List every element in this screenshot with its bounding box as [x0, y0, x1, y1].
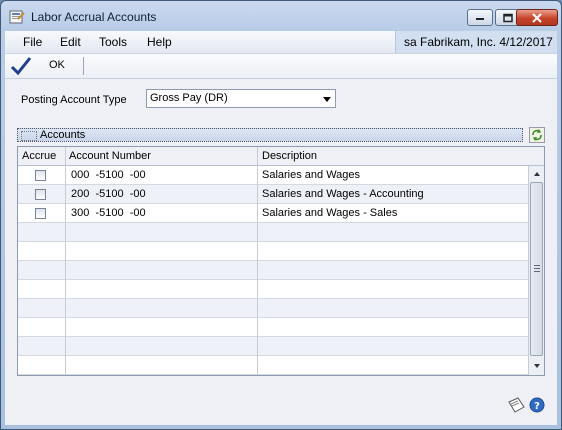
scroll-up-icon[interactable]: [529, 166, 544, 182]
accrue-checkbox[interactable]: [35, 208, 46, 219]
window-client: File Edit Tools Help sa Fabrikam, Inc. 4…: [5, 31, 557, 425]
accounts-header-label: Accounts: [40, 129, 86, 141]
table-row-empty[interactable]: [18, 223, 528, 242]
column-divider: [257, 147, 258, 375]
column-account-number[interactable]: Account Number: [69, 150, 151, 162]
menu-help[interactable]: Help: [147, 35, 172, 49]
table-row-empty[interactable]: [18, 261, 528, 280]
table-row-empty[interactable]: [18, 356, 528, 375]
labor-accrual-window: Labor Accrual Accounts File Edit Tools H…: [0, 0, 562, 430]
account-number-cell[interactable]: 000 -5100 -00: [71, 169, 146, 181]
thumb-grip: [534, 268, 540, 269]
table-row[interactable]: 300 -5100 -00 Salaries and Wages - Sales: [18, 204, 528, 223]
scrollbar-thumb[interactable]: [530, 182, 543, 356]
minimize-icon: [476, 17, 484, 20]
toolbar: OK: [5, 54, 557, 79]
menu-file[interactable]: File: [23, 35, 42, 49]
scroll-down-icon[interactable]: [529, 358, 544, 374]
close-button[interactable]: [516, 9, 558, 26]
menu-edit[interactable]: Edit: [60, 35, 81, 49]
dropdown-arrow-icon: [323, 97, 331, 102]
accrue-checkbox[interactable]: [35, 189, 46, 200]
table-row-empty[interactable]: [18, 242, 528, 261]
posting-account-type-label: Posting Account Type: [21, 94, 127, 106]
grid-header: Accrue Account Number Description: [18, 147, 544, 166]
vertical-scrollbar[interactable]: [528, 166, 544, 375]
menu-bar: File Edit Tools Help sa Fabrikam, Inc. 4…: [5, 31, 557, 54]
description-cell: Salaries and Wages - Accounting: [262, 188, 424, 200]
maximize-icon: [503, 13, 513, 22]
accounts-section-header[interactable]: Accounts: [17, 128, 523, 142]
account-number-cell[interactable]: 200 -5100 -00: [71, 188, 146, 200]
app-icon: [9, 9, 25, 25]
menu-tools[interactable]: Tools: [99, 35, 127, 49]
table-row-empty[interactable]: [18, 337, 528, 356]
user-company-date: sa Fabrikam, Inc. 4/12/2017: [395, 31, 557, 53]
window-title: Labor Accrual Accounts: [31, 10, 157, 24]
thumb-grip: [534, 265, 540, 266]
refresh-icon: [532, 129, 542, 141]
checkmark-icon[interactable]: [10, 57, 32, 78]
description-cell: Salaries and Wages - Sales: [262, 207, 398, 219]
close-icon: [532, 12, 542, 23]
accrue-checkbox[interactable]: [35, 170, 46, 181]
table-row[interactable]: 000 -5100 -00 Salaries and Wages: [18, 166, 528, 185]
posting-account-type-value: Gross Pay (DR): [150, 92, 228, 104]
title-bar[interactable]: Labor Accrual Accounts: [1, 1, 561, 31]
note-icon[interactable]: [506, 396, 526, 417]
table-row-empty[interactable]: [18, 299, 528, 318]
posting-account-type-select[interactable]: Gross Pay (DR): [146, 89, 336, 108]
column-divider: [65, 147, 66, 375]
help-icon[interactable]: ?: [529, 397, 545, 416]
refresh-button[interactable]: [529, 127, 545, 143]
description-cell: Salaries and Wages: [262, 169, 361, 181]
accounts-grid: Accrue Account Number Description 000 -5…: [17, 146, 545, 376]
table-row-empty[interactable]: [18, 318, 528, 337]
table-row-empty[interactable]: [18, 280, 528, 299]
expand-collapse-box[interactable]: [21, 131, 37, 141]
table-row[interactable]: 200 -5100 -00 Salaries and Wages - Accou…: [18, 185, 528, 204]
thumb-grip: [534, 271, 540, 272]
account-number-cell[interactable]: 300 -5100 -00: [71, 207, 146, 219]
svg-text:?: ?: [534, 401, 540, 412]
ok-button[interactable]: OK: [49, 59, 65, 71]
minimize-button[interactable]: [467, 9, 493, 26]
column-description[interactable]: Description: [262, 150, 317, 162]
column-accrue[interactable]: Accrue: [22, 150, 56, 162]
toolbar-separator: [83, 57, 84, 75]
